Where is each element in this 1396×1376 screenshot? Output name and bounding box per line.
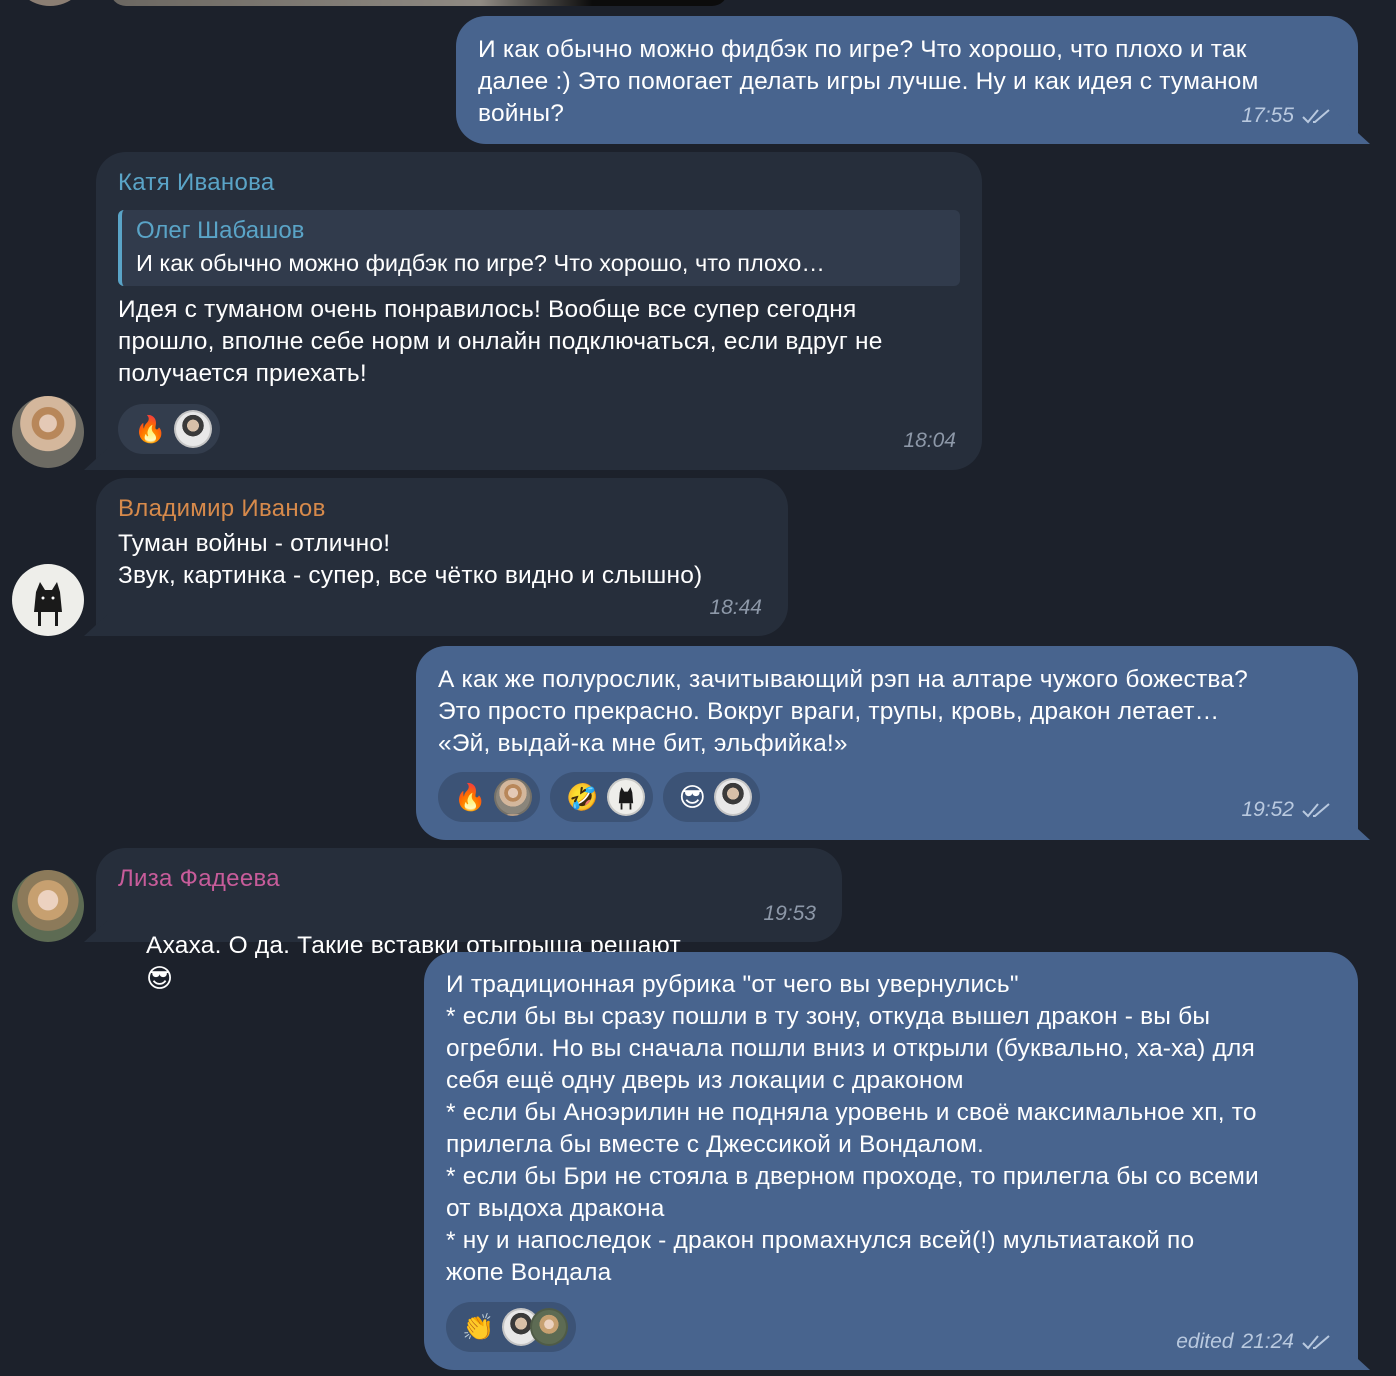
message-time: 19:53: [763, 902, 816, 925]
double-check-icon: [1302, 1335, 1330, 1350]
fire-emoji: 🔥: [454, 782, 487, 812]
sender-name[interactable]: Катя Иванова: [118, 168, 275, 198]
double-check-icon: [1302, 803, 1330, 818]
outgoing-message[interactable]: А как же полурослик, зачитывающий рэп на…: [416, 646, 1358, 840]
sender-name[interactable]: Владимир Иванов: [118, 494, 326, 524]
message-meta: 18:44: [709, 596, 762, 620]
message-text: И как обычно можно фидбэк по игре? Что х…: [478, 36, 1259, 127]
reply-text: И как обычно можно фидбэк по игре? Что х…: [136, 250, 825, 276]
message-time: 21:24: [1241, 1330, 1294, 1353]
message-meta: 19:53: [763, 902, 816, 926]
media-partial[interactable]: [110, 0, 728, 6]
edited-label: edited: [1176, 1330, 1234, 1353]
outgoing-message[interactable]: И традиционная рубрика "от чего вы уверн…: [424, 952, 1358, 1370]
reactor-avatar: [174, 410, 213, 448]
reply-sender: Олег Шабашов: [136, 217, 305, 244]
incoming-message[interactable]: Лиза Фадеева Ахаха. О да. Такие вставки …: [96, 848, 842, 993]
reaction-cool[interactable]: 😎: [662, 772, 760, 822]
sender-name[interactable]: Лиза Фадеева: [118, 864, 280, 894]
reaction-rofl[interactable]: 🤣: [550, 772, 653, 822]
avatar-liza[interactable]: [12, 870, 84, 942]
cat-illustration-icon: [618, 787, 633, 810]
incoming-message[interactable]: Владимир Иванов Туман войны - отлично! З…: [96, 478, 788, 636]
cat-illustration-icon: [34, 582, 62, 626]
reactor-avatar: [530, 1308, 569, 1346]
reaction-fire[interactable]: 🔥: [118, 404, 221, 454]
reaction-clap[interactable]: 👏: [446, 1302, 577, 1352]
clap-emoji: 👏: [462, 1312, 495, 1342]
reactions-row: 🔥: [118, 404, 221, 454]
reactor-avatar: [494, 778, 533, 816]
reactor-avatars: [502, 1308, 569, 1346]
message-meta: 18:04: [903, 429, 956, 453]
incoming-message[interactable]: Катя Иванова Олег Шабашов И как обычно м…: [96, 152, 982, 470]
fire-emoji: 🔥: [134, 414, 167, 444]
outgoing-message[interactable]: И как обычно можно фидбэк по игре? Что х…: [456, 16, 1358, 144]
reactor-avatar: [713, 778, 752, 816]
avatar-vladimir[interactable]: [12, 564, 84, 636]
message-meta: 19:52: [1241, 798, 1332, 822]
message-text: А как же полурослик, зачитывающий рэп на…: [438, 666, 1249, 757]
double-check-icon: [1302, 109, 1330, 124]
rofl-emoji: 🤣: [566, 782, 599, 812]
message-time: 17:55: [1241, 104, 1294, 127]
message-time: 18:04: [903, 429, 956, 452]
reactions-row: 👏: [446, 1302, 577, 1352]
message-time: 19:52: [1241, 798, 1294, 821]
message-text: Туман войны - отлично! Звук, картинка - …: [118, 530, 703, 589]
reply-quote[interactable]: Олег Шабашов И как обычно можно фидбэк п…: [118, 210, 960, 286]
avatar-katya[interactable]: [12, 396, 84, 468]
sunglasses-emoji: 😎: [678, 782, 706, 812]
reactor-avatar: [606, 778, 645, 816]
message-text: И традиционная рубрика "от чего вы уверн…: [446, 971, 1259, 1286]
message-text: Идея с туманом очень понравилось! Вообще…: [118, 296, 883, 387]
message-time: 18:44: [709, 596, 762, 619]
reactions-row: 🔥 🤣 😎: [438, 772, 760, 822]
avatar-partial[interactable]: [14, 0, 86, 6]
sunglasses-emoji: 😎: [146, 963, 174, 993]
message-meta: 17:55: [1241, 104, 1332, 128]
message-meta: edited 21:24: [1176, 1330, 1332, 1354]
reaction-fire[interactable]: 🔥: [438, 772, 541, 822]
